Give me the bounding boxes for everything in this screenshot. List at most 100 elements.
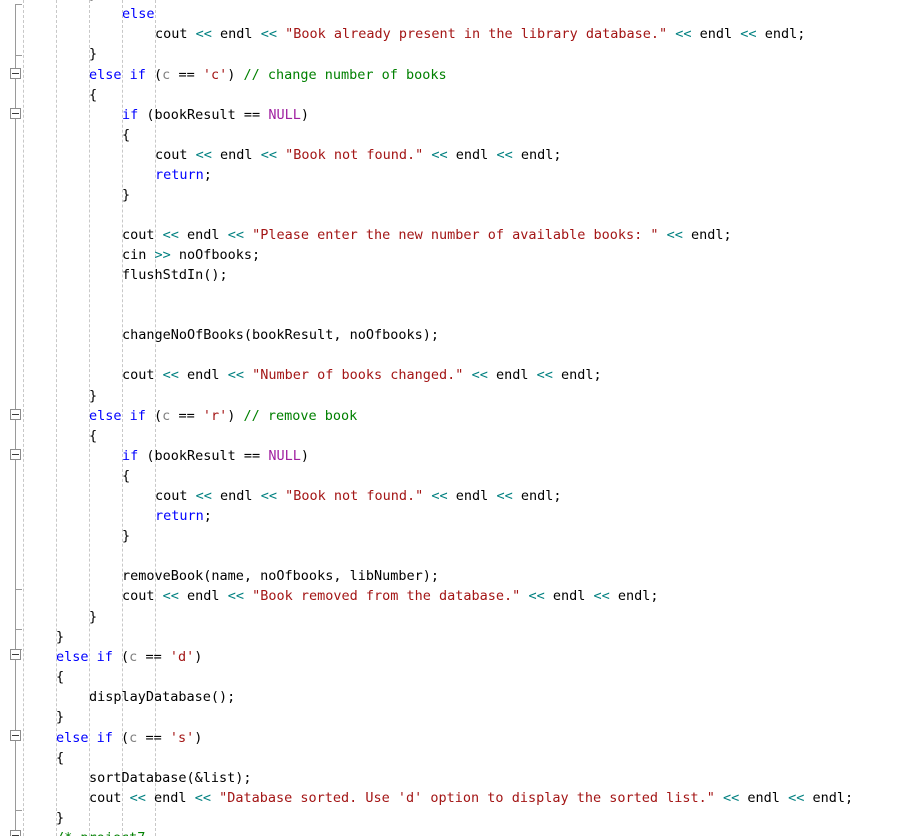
code-line[interactable]: { <box>122 125 130 145</box>
code-token-chr: 'c' <box>202 67 228 83</box>
code-token-plain: ; <box>203 508 212 524</box>
code-token-plain: endl; <box>682 227 732 243</box>
code-token-plain: endl <box>447 147 497 163</box>
code-token-str: "Database sorted. Use 'd' option to disp… <box>219 790 715 806</box>
code-line[interactable]: { <box>89 426 97 446</box>
code-token-op: << <box>675 26 692 42</box>
code-line[interactable]: /* project7 <box>56 828 145 836</box>
code-line[interactable]: cout << endl << "Database sorted. Use 'd… <box>89 788 853 808</box>
code-token-plain: == <box>170 67 203 83</box>
code-line[interactable]: else if (c == 'c') // change number of b… <box>89 65 447 85</box>
code-token-plain: (bookResult == <box>138 448 269 464</box>
code-token-plain: ) <box>227 67 244 83</box>
code-token-op: << <box>195 488 212 504</box>
code-token-plain: cout <box>155 488 196 504</box>
code-token-plain: endl <box>211 147 261 163</box>
code-token-op: << <box>471 367 488 383</box>
code-line[interactable]: cout << endl << "Book removed from the d… <box>122 586 659 606</box>
code-line[interactable]: { <box>122 466 130 486</box>
code-line[interactable]: cout << endl << "Book not found." << end… <box>155 486 562 506</box>
code-token-chr: 'r' <box>202 408 228 424</box>
code-token-op: << <box>260 488 277 504</box>
code-token-punc: { <box>122 127 131 143</box>
code-token-kw: else if <box>56 730 113 746</box>
code-line[interactable]: else <box>122 4 155 24</box>
code-line[interactable]: } <box>89 607 97 627</box>
code-line[interactable]: else if (c == 'd') <box>56 647 202 667</box>
code-token-punc: } <box>89 388 98 404</box>
code-line[interactable]: } <box>122 526 130 546</box>
code-line[interactable]: displayDatabase(); <box>89 687 235 707</box>
code-line[interactable]: removeBook(name, noOfbooks, libNumber); <box>122 566 439 586</box>
code-token-plain: endl; <box>512 488 562 504</box>
code-line[interactable]: cout << endl << "Book not found." << end… <box>155 145 562 165</box>
code-line[interactable]: cout << endl << "Please enter the new nu… <box>122 225 732 245</box>
code-line[interactable]: { <box>56 667 64 687</box>
code-token-op: << <box>195 26 212 42</box>
code-line[interactable]: } <box>89 44 97 64</box>
code-token-op: << <box>788 790 805 806</box>
code-line[interactable]: { <box>56 748 64 768</box>
code-line[interactable]: if (bookResult == NULL) <box>122 446 309 466</box>
code-line[interactable]: } <box>56 707 64 727</box>
code-token-plain: endl; <box>804 790 854 806</box>
code-line[interactable]: sortDatabase(&list); <box>89 768 252 788</box>
code-token-op: << <box>431 147 448 163</box>
code-token-op: << <box>195 147 212 163</box>
code-token-kw: if <box>122 448 139 464</box>
code-line[interactable]: return; <box>155 506 212 526</box>
code-line[interactable]: cout << endl << "Book already present in… <box>155 24 805 44</box>
code-token-op: << <box>496 488 513 504</box>
code-line[interactable]: flushStdIn(); <box>122 265 228 285</box>
code-token-op: << <box>227 367 244 383</box>
code-line[interactable]: } <box>122 185 130 205</box>
code-line[interactable]: if (bookResult == NULL) <box>122 105 309 125</box>
code-token-plain: removeBook(name, noOfbooks, libNumber); <box>122 568 439 584</box>
code-token-plain: == <box>137 730 170 746</box>
code-token-plain: changeNoOfBooks(bookResult, noOfbooks); <box>122 327 439 343</box>
code-token-chr: 's' <box>169 730 195 746</box>
code-token-kw: if <box>122 107 139 123</box>
code-token-plain: flushStdIn(); <box>122 267 228 283</box>
code-editor-viewport[interactable]: } elsecout << endl << "Book already prese… <box>0 0 898 836</box>
code-token-plain: ( <box>112 649 130 665</box>
code-token-kw: else if <box>56 649 113 665</box>
code-token-punc: } <box>89 609 98 625</box>
code-line[interactable]: } <box>89 0 97 4</box>
code-line[interactable]: else if (c == 'r') // remove book <box>89 406 357 426</box>
code-line[interactable]: } <box>56 808 64 828</box>
code-token-plain: == <box>137 649 170 665</box>
code-line[interactable]: cout << endl << "Number of books changed… <box>122 365 602 385</box>
code-line[interactable]: changeNoOfBooks(bookResult, noOfbooks); <box>122 325 439 345</box>
code-line[interactable]: } <box>56 627 64 647</box>
code-token-punc: { <box>89 428 98 444</box>
code-token-kw: else <box>122 6 155 22</box>
code-token-op: >> <box>154 247 171 263</box>
code-token-punc: } <box>56 629 65 645</box>
code-line[interactable]: cin >> noOfbooks; <box>122 245 260 265</box>
code-line[interactable]: else if (c == 's') <box>56 728 202 748</box>
code-token-op: << <box>593 588 610 604</box>
code-token-plain: endl <box>178 227 228 243</box>
code-token-op: << <box>194 790 211 806</box>
code-token-plain: endl <box>739 790 789 806</box>
code-text-surface[interactable]: } elsecout << endl << "Book already prese… <box>0 0 898 836</box>
code-token-punc: } <box>89 0 97 2</box>
code-token-op: << <box>129 790 146 806</box>
code-line[interactable]: return; <box>155 165 212 185</box>
code-token-plain: endl <box>691 26 741 42</box>
code-token-op: << <box>227 588 244 604</box>
code-line[interactable]: } <box>89 386 97 406</box>
code-line[interactable]: { <box>89 85 97 105</box>
code-token-plain: ) <box>300 448 309 464</box>
code-token-str: "Book removed from the database." <box>252 588 521 604</box>
code-token-punc: { <box>56 669 65 685</box>
